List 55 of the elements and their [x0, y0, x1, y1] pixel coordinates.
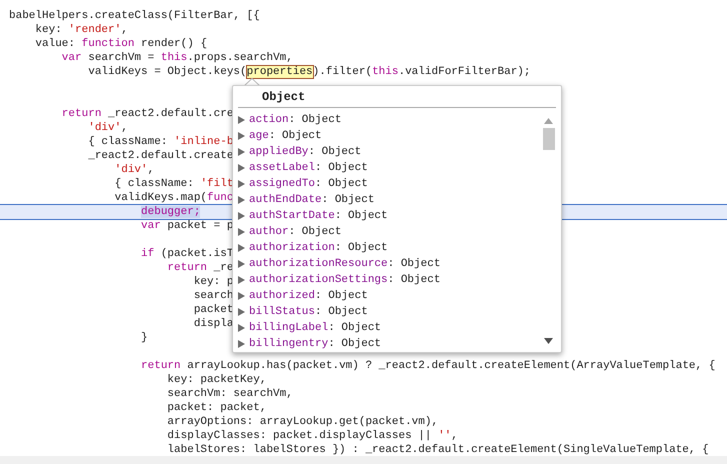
collapsed-triangle-icon[interactable] [238, 196, 245, 204]
collapsed-triangle-icon[interactable] [238, 292, 245, 300]
code-line: var searchVm = this.props.searchVm, [60, 51, 293, 65]
collapsed-triangle-icon[interactable] [238, 340, 245, 348]
collapsed-triangle-icon[interactable] [238, 164, 245, 172]
collapsed-triangle-icon[interactable] [238, 180, 245, 188]
property-row[interactable]: authorization: Object [236, 240, 388, 256]
property-row[interactable]: assignedTo: Object [236, 176, 368, 192]
code-line: return _react2.default.cre [60, 107, 234, 121]
code-line: value: function render() { [34, 37, 208, 51]
code-line: displayClasses: packet.displayClasses || '', [166, 429, 458, 443]
code-line: displa [192, 317, 234, 331]
property-row[interactable]: age: Object [236, 128, 322, 144]
code-line: 'div', [114, 163, 154, 177]
code-line: searchVm: searchVm, [166, 387, 293, 401]
code-line: 'div', [87, 121, 128, 135]
code-line: _react2.default.create [87, 149, 234, 163]
collapsed-triangle-icon[interactable] [238, 308, 245, 316]
property-row[interactable]: action: Object [236, 112, 342, 128]
property-row[interactable]: authorizationSettings: Object [236, 272, 440, 288]
code-line: packet [192, 303, 234, 317]
code-line: arrayOptions: arrayLookup.get(packet.vm), [166, 415, 438, 429]
code-line: babelHelpers.createClass(FilterBar, [{ [9, 9, 260, 23]
collapsed-triangle-icon[interactable] [238, 148, 245, 156]
code-line: { className: 'filt [114, 177, 234, 191]
collapsed-triangle-icon[interactable] [238, 324, 245, 332]
code-line: { className: 'inline-b [87, 135, 234, 149]
property-row[interactable]: billStatus: Object [236, 304, 368, 320]
property-row[interactable]: appliedBy: Object [236, 144, 362, 160]
collapsed-triangle-icon[interactable] [238, 132, 245, 140]
code-line: labelStores: labelStores }) : _react2.default.createElement(SingleValueTemplate, { [166, 443, 709, 457]
scrollbar-thumb[interactable] [542, 128, 554, 150]
code-line: search [192, 289, 234, 303]
collapsed-triangle-icon[interactable] [238, 212, 245, 220]
code-line: key: 'render', [34, 23, 128, 37]
collapsed-triangle-icon[interactable] [238, 260, 245, 268]
collapsed-triangle-icon[interactable] [238, 228, 245, 236]
code-line: validKeys = Object.keys(properties).filter(this.validForFilterBar); [87, 65, 531, 79]
property-row[interactable]: authorizationResource: Object [236, 256, 440, 272]
code-line: validKeys.map(func [114, 191, 234, 205]
property-row[interactable]: billingLabel: Object [236, 320, 382, 336]
collapsed-triangle-icon[interactable] [238, 116, 245, 124]
property-row[interactable]: assetLabel: Object [236, 160, 368, 176]
code-line: return arrayLookup.has(packet.vm) ? _react2.default.createElement(ArrayValueTemplate, { [140, 359, 716, 373]
code-line: packet: packet, [166, 401, 266, 415]
code-line: if (packet.isT [140, 247, 234, 261]
scroll-down-icon[interactable] [544, 338, 553, 344]
code-line: key: packetKey, [166, 373, 266, 387]
collapsed-triangle-icon[interactable] [238, 244, 245, 252]
property-row[interactable]: author: Object [236, 224, 342, 240]
collapsed-triangle-icon[interactable] [238, 276, 245, 284]
property-row[interactable]: authorized: Object [236, 288, 368, 304]
popover-title: Object [238, 86, 556, 108]
code-line: } [140, 331, 148, 345]
property-row[interactable]: billingentry: Object [236, 336, 382, 352]
